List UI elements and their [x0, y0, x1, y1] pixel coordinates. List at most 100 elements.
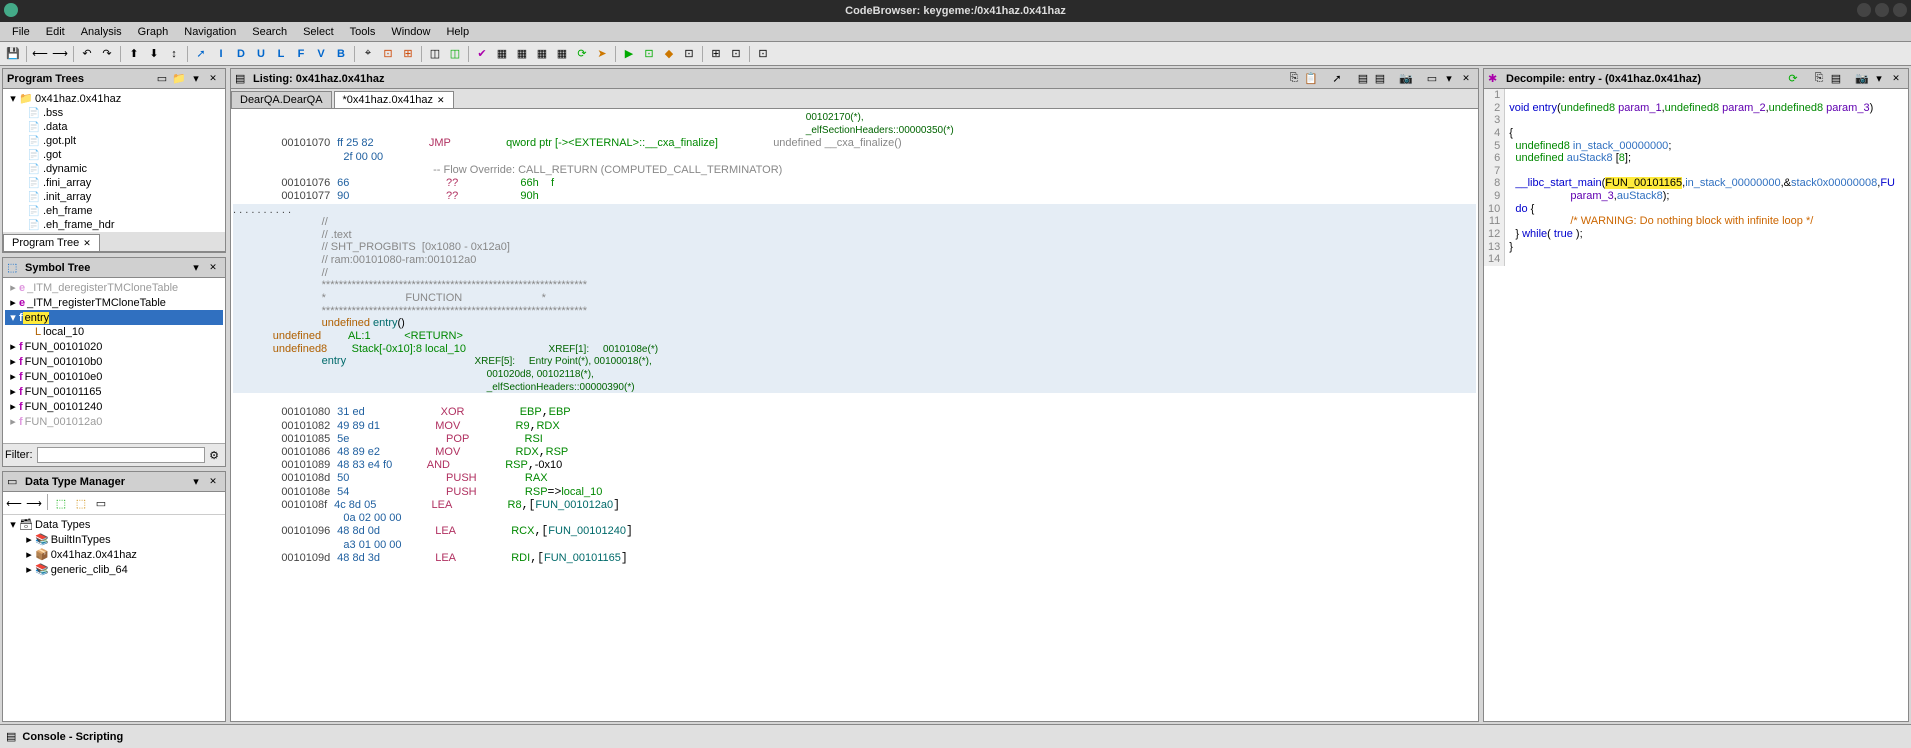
- menu-help[interactable]: Help: [438, 26, 477, 38]
- pt-section[interactable]: .fini_array: [5, 176, 223, 190]
- symbol-item[interactable]: ▸e_ITM_deregisterTMCloneTable: [5, 280, 223, 295]
- type-i-button[interactable]: I: [212, 45, 230, 63]
- symbol-item[interactable]: ▸fFUN_00101240: [5, 399, 223, 414]
- type-f-button[interactable]: F: [292, 45, 310, 63]
- dec-close-button[interactable]: [1888, 71, 1904, 87]
- pt-root[interactable]: ▾ 0x41haz.0x41haz: [5, 91, 223, 106]
- pt-section[interactable]: .dynamic: [5, 162, 223, 176]
- check-button[interactable]: ✔: [473, 45, 491, 63]
- list-toggle1-button[interactable]: ▤: [1355, 71, 1371, 87]
- highlight2-button[interactable]: ◫: [446, 45, 464, 63]
- symbol-item-local[interactable]: Llocal_10: [5, 325, 223, 339]
- dtm-fwd-button[interactable]: ⟶: [25, 494, 43, 512]
- grid4-button[interactable]: ▦: [553, 45, 571, 63]
- pt-section[interactable]: .data: [5, 120, 223, 134]
- pointer-button[interactable]: ➚: [192, 45, 210, 63]
- list-toggle2-button[interactable]: ▤: [1372, 71, 1388, 87]
- script-button[interactable]: ⊡: [640, 45, 658, 63]
- type-l-button[interactable]: L: [272, 45, 290, 63]
- dtm-collapse-button[interactable]: ▭: [92, 494, 110, 512]
- symbol-item[interactable]: ▸fFUN_001012a0: [5, 414, 223, 429]
- dtm-root[interactable]: ▾🗃Data Types: [5, 517, 223, 532]
- symbol-item[interactable]: ▸e_ITM_registerTMCloneTable: [5, 295, 223, 310]
- menu-search[interactable]: Search: [244, 26, 295, 38]
- type-d-button[interactable]: D: [232, 45, 250, 63]
- grid1-button[interactable]: ▦: [493, 45, 511, 63]
- dtm-item[interactable]: ▸📚BuiltInTypes: [5, 532, 223, 547]
- dtm-menu-button[interactable]: ▾: [188, 474, 204, 490]
- cursor-button[interactable]: ⌖: [359, 45, 377, 63]
- pt-section[interactable]: .got: [5, 148, 223, 162]
- save-button[interactable]: 💾: [4, 45, 22, 63]
- menu-edit[interactable]: Edit: [38, 26, 73, 38]
- back-button[interactable]: ⟵: [31, 45, 49, 63]
- program-tree-tab[interactable]: Program Tree✕: [3, 234, 100, 251]
- pt-section[interactable]: .init_array: [5, 190, 223, 204]
- st-close-button[interactable]: [205, 260, 221, 276]
- undo-button[interactable]: ↶: [78, 45, 96, 63]
- listing-tab[interactable]: DearQA.DearQA: [231, 91, 332, 108]
- pt-section[interactable]: .eh_frame: [5, 204, 223, 218]
- dtm-item[interactable]: ▸📚generic_clib_64: [5, 562, 223, 577]
- setting2-button[interactable]: ⊡: [727, 45, 745, 63]
- symbol-item[interactable]: ▸fFUN_00101165: [5, 384, 223, 399]
- decompile-view[interactable]: 1 2 3 4 5 6 7 8 9 10 11 12 13 14 void en…: [1484, 89, 1908, 266]
- arrow-right-button[interactable]: ➤: [593, 45, 611, 63]
- type-v-button[interactable]: V: [312, 45, 330, 63]
- pt-section[interactable]: .got.plt: [5, 134, 223, 148]
- pt-section[interactable]: .bss: [5, 106, 223, 120]
- refresh-button[interactable]: ⟳: [573, 45, 591, 63]
- dec-menu-button[interactable]: ▾: [1871, 71, 1887, 87]
- list-close-button[interactable]: [1458, 71, 1474, 87]
- dec-refresh-button[interactable]: ⟳: [1785, 71, 1801, 87]
- symbol-item-entry[interactable]: ▾fentry: [5, 310, 223, 325]
- dtm-filter2-button[interactable]: ⬚: [72, 494, 90, 512]
- list-paste-button[interactable]: 📋: [1303, 71, 1319, 87]
- stop-button[interactable]: ◆: [660, 45, 678, 63]
- menu-select[interactable]: Select: [295, 26, 342, 38]
- menu-navigation[interactable]: Navigation: [176, 26, 244, 38]
- menu-tools[interactable]: Tools: [342, 26, 384, 38]
- nav-prev-button[interactable]: ⬆: [125, 45, 143, 63]
- dtm-filter1-button[interactable]: ⬚: [52, 494, 70, 512]
- halt-button[interactable]: ⊡: [680, 45, 698, 63]
- symbol-item[interactable]: ▸fFUN_00101020: [5, 339, 223, 354]
- menu-file[interactable]: File: [4, 26, 38, 38]
- option2-button[interactable]: ⊞: [399, 45, 417, 63]
- pt-btn1[interactable]: ▭: [154, 71, 170, 87]
- close-icon[interactable]: ✕: [437, 95, 445, 106]
- list-cursor-button[interactable]: ➚: [1329, 71, 1345, 87]
- type-u-button[interactable]: U: [252, 45, 270, 63]
- highlight-button[interactable]: ◫: [426, 45, 444, 63]
- listing-view[interactable]: 00102170(*), _elfSectionHeaders::0000035…: [231, 109, 1478, 567]
- type-b-button[interactable]: B: [332, 45, 350, 63]
- setting1-button[interactable]: ⊞: [707, 45, 725, 63]
- list-menu-button[interactable]: ▾: [1441, 71, 1457, 87]
- forward-button[interactable]: ⟶: [51, 45, 69, 63]
- redo-button[interactable]: ↷: [98, 45, 116, 63]
- pt-menu-button[interactable]: ▾: [188, 71, 204, 87]
- option1-button[interactable]: ⊡: [379, 45, 397, 63]
- nav-up-button[interactable]: ↕: [165, 45, 183, 63]
- pt-btn2[interactable]: 📁: [171, 71, 187, 87]
- filter-input[interactable]: [37, 447, 206, 463]
- dec-copy-button[interactable]: ⎘: [1811, 71, 1827, 87]
- extra-button[interactable]: ⊡: [754, 45, 772, 63]
- grid3-button[interactable]: ▦: [533, 45, 551, 63]
- dtm-back-button[interactable]: ⟵: [5, 494, 23, 512]
- list-view-button[interactable]: ▭: [1424, 71, 1440, 87]
- close-icon[interactable]: ✕: [83, 238, 91, 249]
- menu-analysis[interactable]: Analysis: [73, 26, 130, 38]
- listing-tab-active[interactable]: *0x41haz.0x41haz✕: [334, 91, 454, 108]
- list-camera-button[interactable]: 📷: [1398, 71, 1414, 87]
- symbol-item[interactable]: ▸fFUN_001010e0: [5, 369, 223, 384]
- dec-camera-button[interactable]: 📷: [1854, 71, 1870, 87]
- maximize-button[interactable]: [1875, 3, 1889, 17]
- menu-window[interactable]: Window: [383, 26, 438, 38]
- dtm-close-button[interactable]: [205, 474, 221, 490]
- minimize-button[interactable]: [1857, 3, 1871, 17]
- symbol-item[interactable]: ▸fFUN_001010b0: [5, 354, 223, 369]
- filter-settings-button[interactable]: ⚙: [205, 446, 223, 464]
- menu-graph[interactable]: Graph: [130, 26, 177, 38]
- nav-next-button[interactable]: ⬇: [145, 45, 163, 63]
